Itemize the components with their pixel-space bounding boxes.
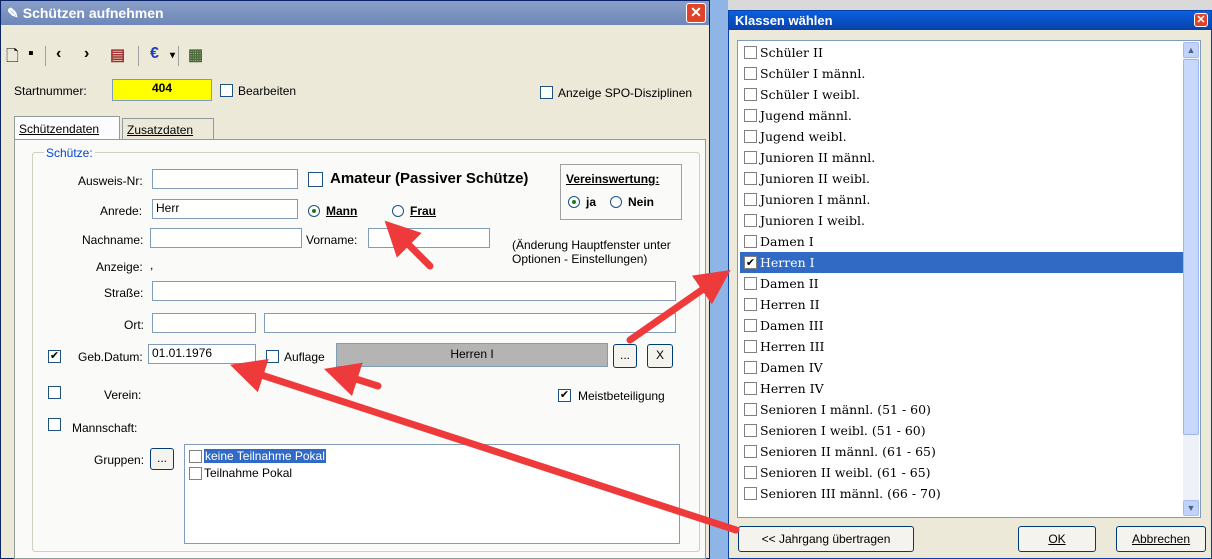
arrow-to-mann — [384, 220, 434, 270]
arrow-jahrgang-to-geb — [230, 358, 740, 534]
arrow-to-auflage — [323, 362, 382, 397]
arrow-to-herren-i — [626, 270, 731, 344]
annotation-arrows — [230, 220, 740, 534]
